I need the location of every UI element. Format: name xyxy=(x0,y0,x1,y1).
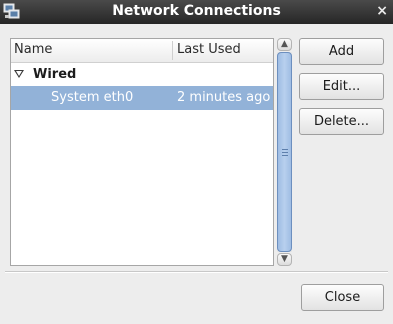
connection-last-used: 2 minutes ago xyxy=(177,90,271,105)
connection-row-selected[interactable]: System eth0 2 minutes ago xyxy=(11,86,273,110)
vertical-scrollbar[interactable]: ▲ ▼ xyxy=(277,38,292,266)
column-separator[interactable] xyxy=(172,41,173,60)
connections-tree[interactable]: Name Last Used Wired System eth0 2 minut… xyxy=(10,38,274,266)
edit-button[interactable]: Edit... xyxy=(299,73,384,100)
add-button[interactable]: Add xyxy=(299,38,384,65)
scroll-thumb[interactable] xyxy=(277,52,292,252)
dialog-separator xyxy=(5,271,388,273)
scroll-up-icon[interactable]: ▲ xyxy=(277,38,292,51)
thumb-grip xyxy=(282,149,288,150)
tree-header: Name Last Used xyxy=(11,39,273,63)
group-label: Wired xyxy=(33,67,77,82)
network-connections-window: Network Connections × Name Last Used Wir… xyxy=(0,0,393,324)
close-button[interactable]: Close xyxy=(301,284,384,311)
thumb-grip xyxy=(282,152,288,153)
thumb-grip xyxy=(282,155,288,156)
close-icon[interactable]: × xyxy=(376,3,388,19)
group-row-wired[interactable]: Wired xyxy=(11,63,273,87)
window-title: Network Connections xyxy=(112,3,281,19)
expander-open-icon[interactable] xyxy=(14,70,24,78)
column-header-name[interactable]: Name xyxy=(14,42,52,57)
scroll-down-icon[interactable]: ▼ xyxy=(277,253,292,266)
delete-button[interactable]: Delete... xyxy=(299,108,384,135)
column-header-last-used[interactable]: Last Used xyxy=(177,42,241,57)
scroll-track[interactable] xyxy=(277,52,292,252)
connection-name: System eth0 xyxy=(51,90,134,105)
title-bar[interactable]: Network Connections × xyxy=(0,0,393,24)
